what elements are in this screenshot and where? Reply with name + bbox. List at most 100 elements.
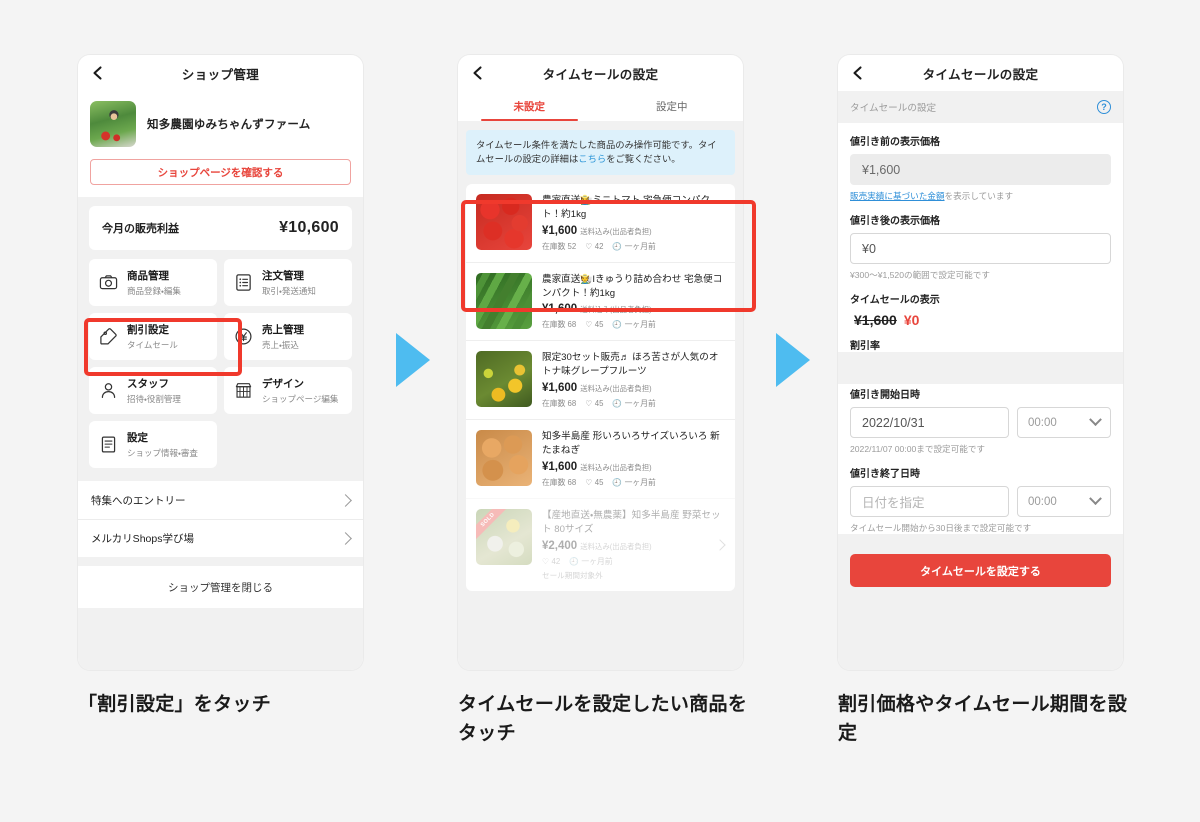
chevron-left-icon[interactable] xyxy=(90,65,106,81)
notice-text-after: をご覧ください。 xyxy=(606,154,681,165)
tab-configured[interactable]: 設定中 xyxy=(601,91,744,121)
likes-group: ♡ 45 xyxy=(585,399,603,408)
clock-icon: 🕘 xyxy=(612,241,623,251)
after-price-input[interactable]: ¥0 xyxy=(850,233,1111,264)
tab-unset[interactable]: 未設定 xyxy=(458,91,601,121)
navbar-1: ショップ管理 xyxy=(78,55,363,91)
sold-badge: SOLD xyxy=(476,509,512,544)
phone-screen-timesale-form: タイムセールの設定 タイムセールの設定 ? 値引き前の表示価格 ¥1,600 販… xyxy=(838,55,1123,670)
tutorial-stage: ショップ管理 知多農園ゆみちゃんずファーム ショップページを確認する 今月の販売… xyxy=(0,0,1200,822)
before-price-help-rest: を表示しています xyxy=(944,191,1014,201)
discounted-price: ¥0 xyxy=(903,312,920,328)
menu-title: 注文管理 xyxy=(262,270,304,282)
notice-link[interactable]: こちら xyxy=(578,154,606,164)
product-title: 知多半島産 形いろいろサイズいろいろ 新たまねぎ xyxy=(542,431,720,457)
yen-circle-icon xyxy=(234,327,253,346)
page-title: タイムセールの設定 xyxy=(922,67,1039,82)
before-price-field: ¥1,600 xyxy=(850,154,1111,185)
product-row-onion[interactable]: 知多半島産 形いろいろサイズいろいろ 新たまねぎ ¥1,600 送料込み(出品者… xyxy=(466,419,735,498)
question-mark-icon[interactable]: ? xyxy=(1097,100,1111,114)
list-icon xyxy=(234,273,253,292)
product-title: 農家直送🧑‍🌾ミニトマト 宅急便コンパクト！約1kg xyxy=(542,194,711,220)
menu-item-design[interactable]: デザイン ショップページ編集 xyxy=(224,367,352,414)
product-shipping: 送料込み(出品者負担) xyxy=(580,541,652,551)
page-title: ショップ管理 xyxy=(181,67,260,82)
view-shop-page-button[interactable]: ショップページを確認する xyxy=(90,159,351,185)
link-list: 特集へのエントリー メルカリShops学び場 xyxy=(78,481,363,557)
caption-step-2: タイムセールを設定したい商品をタッチ xyxy=(458,694,748,745)
set-timesale-button[interactable]: タイムセールを設定する xyxy=(850,554,1111,587)
heart-icon: ♡ xyxy=(585,478,593,488)
end-date-input[interactable]: 日付を指定 xyxy=(850,486,1009,517)
menu-subtitle: ショップ情報・審査 xyxy=(127,448,198,458)
product-price: ¥1,600 xyxy=(542,382,578,395)
product-stock: 在庫数 68 xyxy=(542,478,577,488)
likes-group: ♡ 45 xyxy=(585,320,603,329)
link-label: メルカリShops学び場 xyxy=(91,533,194,545)
menu-title: デザイン xyxy=(262,378,304,390)
product-shipping: 送料込み(出品者負担) xyxy=(580,463,652,473)
menu-subtitle: タイムセール xyxy=(127,340,178,350)
chevron-left-icon[interactable] xyxy=(850,65,866,81)
after-price-label: 値引き後の表示価格 xyxy=(850,216,940,227)
menu-item-settings[interactable]: 設定 ショップ情報・審査 xyxy=(89,421,217,468)
end-time-select[interactable]: 00:00 xyxy=(1017,486,1111,517)
menu-item-staff[interactable]: スタッフ 招待・役割管理 xyxy=(89,367,217,414)
end-time-value: 00:00 xyxy=(1028,495,1057,508)
heart-icon: ♡ xyxy=(542,556,549,566)
navbar-3: タイムセールの設定 xyxy=(838,55,1123,91)
product-title: 限定30セット販売♬ ほろ苦さが人気のオトナ味グレープフルーツ xyxy=(542,352,719,378)
product-row-grapefruit[interactable]: 限定30セット販売♬ ほろ苦さが人気のオトナ味グレープフルーツ ¥1,600 送… xyxy=(466,340,735,419)
link-mercari-shops-academy[interactable]: メルカリShops学び場 xyxy=(78,519,363,557)
start-time-value: 00:00 xyxy=(1028,416,1057,429)
chevron-left-icon[interactable] xyxy=(470,65,486,81)
menu-item-sales-management[interactable]: 売上管理 売上・振込 xyxy=(224,313,352,360)
profit-label: 今月の販売利益 xyxy=(102,223,179,235)
likes-count: 45 xyxy=(594,320,604,330)
heart-icon: ♡ xyxy=(585,320,593,330)
menu-item-discount-settings[interactable]: 割引設定 タイムセール xyxy=(89,313,217,360)
heart-icon: ♡ xyxy=(585,399,593,409)
time-ago: 一ヶ月前 xyxy=(624,320,656,330)
product-shipping: 送料込み(出品者負担) xyxy=(580,384,652,394)
sales-record-link[interactable]: 販売実績に基づいた金額 xyxy=(850,191,945,201)
tab-bar: 未設定 設定中 xyxy=(458,91,743,121)
link-feature-entry[interactable]: 特集へのエントリー xyxy=(78,481,363,519)
product-row-vegetable-set[interactable]: SOLD 【産地直送・無農薬】知多半島産 野菜セット 80サイズ ¥2,400 … xyxy=(466,498,735,591)
screen-content-2: タイムセールの設定 未設定 設定中 タイムセール条件を満たした商品のみ操作可能で… xyxy=(458,55,743,670)
menu-item-order-management[interactable]: 注文管理 取引・発送通知 xyxy=(224,259,352,306)
chevron-down-icon xyxy=(1089,492,1102,506)
product-stock: 在庫数 68 xyxy=(542,399,577,409)
end-datetime-label: 値引き終了日時 xyxy=(850,469,920,480)
product-row-cucumber[interactable]: 農家直送🧑‍🌾Iきゅうり詰め合わせ 宅急便コンパクト！約1kg ¥1,600 送… xyxy=(466,261,735,341)
grapefruit-thumbnail xyxy=(476,351,532,408)
chevron-right-icon xyxy=(339,532,352,545)
likes-group: ♡ 42 xyxy=(542,557,560,566)
product-row-tomato[interactable]: 農家直送🧑‍🌾ミニトマト 宅急便コンパクト！約1kg ¥1,600 送料込み(出… xyxy=(466,184,735,262)
end-datetime-help: タイムセール開始から30日後まで設定可能です xyxy=(850,523,1032,533)
link-label: 特集へのエントリー xyxy=(91,494,186,507)
time-group: 🕘 一ヶ月前 xyxy=(612,241,655,252)
start-date-input[interactable]: 2022/10/31 xyxy=(850,407,1009,438)
caption-step-1: 「割引設定」をタッチ xyxy=(78,694,272,715)
time-ago: 一ヶ月前 xyxy=(581,556,613,566)
start-time-select[interactable]: 00:00 xyxy=(1017,407,1111,438)
menu-item-product-management[interactable]: 商品管理 商品登録・編集 xyxy=(89,259,217,306)
page-title: タイムセールの設定 xyxy=(542,67,659,82)
divider xyxy=(78,197,363,206)
shop-name: 知多農園ゆみちゃんずファーム xyxy=(147,119,311,131)
product-stock: 在庫数 52 xyxy=(542,241,577,251)
screen-content-1: ショップ管理 知多農園ゆみちゃんずファーム ショップページを確認する 今月の販売… xyxy=(78,55,363,670)
camera-icon xyxy=(99,273,118,292)
start-datetime-row: 2022/10/31 00:00 xyxy=(850,407,1111,438)
close-shop-management-button[interactable]: ショップ管理を閉じる xyxy=(78,566,363,608)
screen-content-3: タイムセールの設定 タイムセールの設定 ? 値引き前の表示価格 ¥1,600 販… xyxy=(838,55,1123,670)
menu-title: 割引設定 xyxy=(127,324,169,336)
avatar xyxy=(90,101,136,147)
tomato-thumbnail xyxy=(476,193,532,250)
menu-subtitle: 招待・役割管理 xyxy=(127,394,181,404)
product-list: 農家直送🧑‍🌾ミニトマト 宅急便コンパクト！約1kg ¥1,600 送料込み(出… xyxy=(466,183,735,591)
menu-title: 設定 xyxy=(127,432,148,444)
notice-banner: タイムセール条件を満たした商品のみ操作可能です。タイムセールの設定の詳細はこちら… xyxy=(466,130,735,175)
timesale-schedule: 値引き開始日時 2022/10/31 00:00 2022/11/07 00:0… xyxy=(838,384,1123,534)
